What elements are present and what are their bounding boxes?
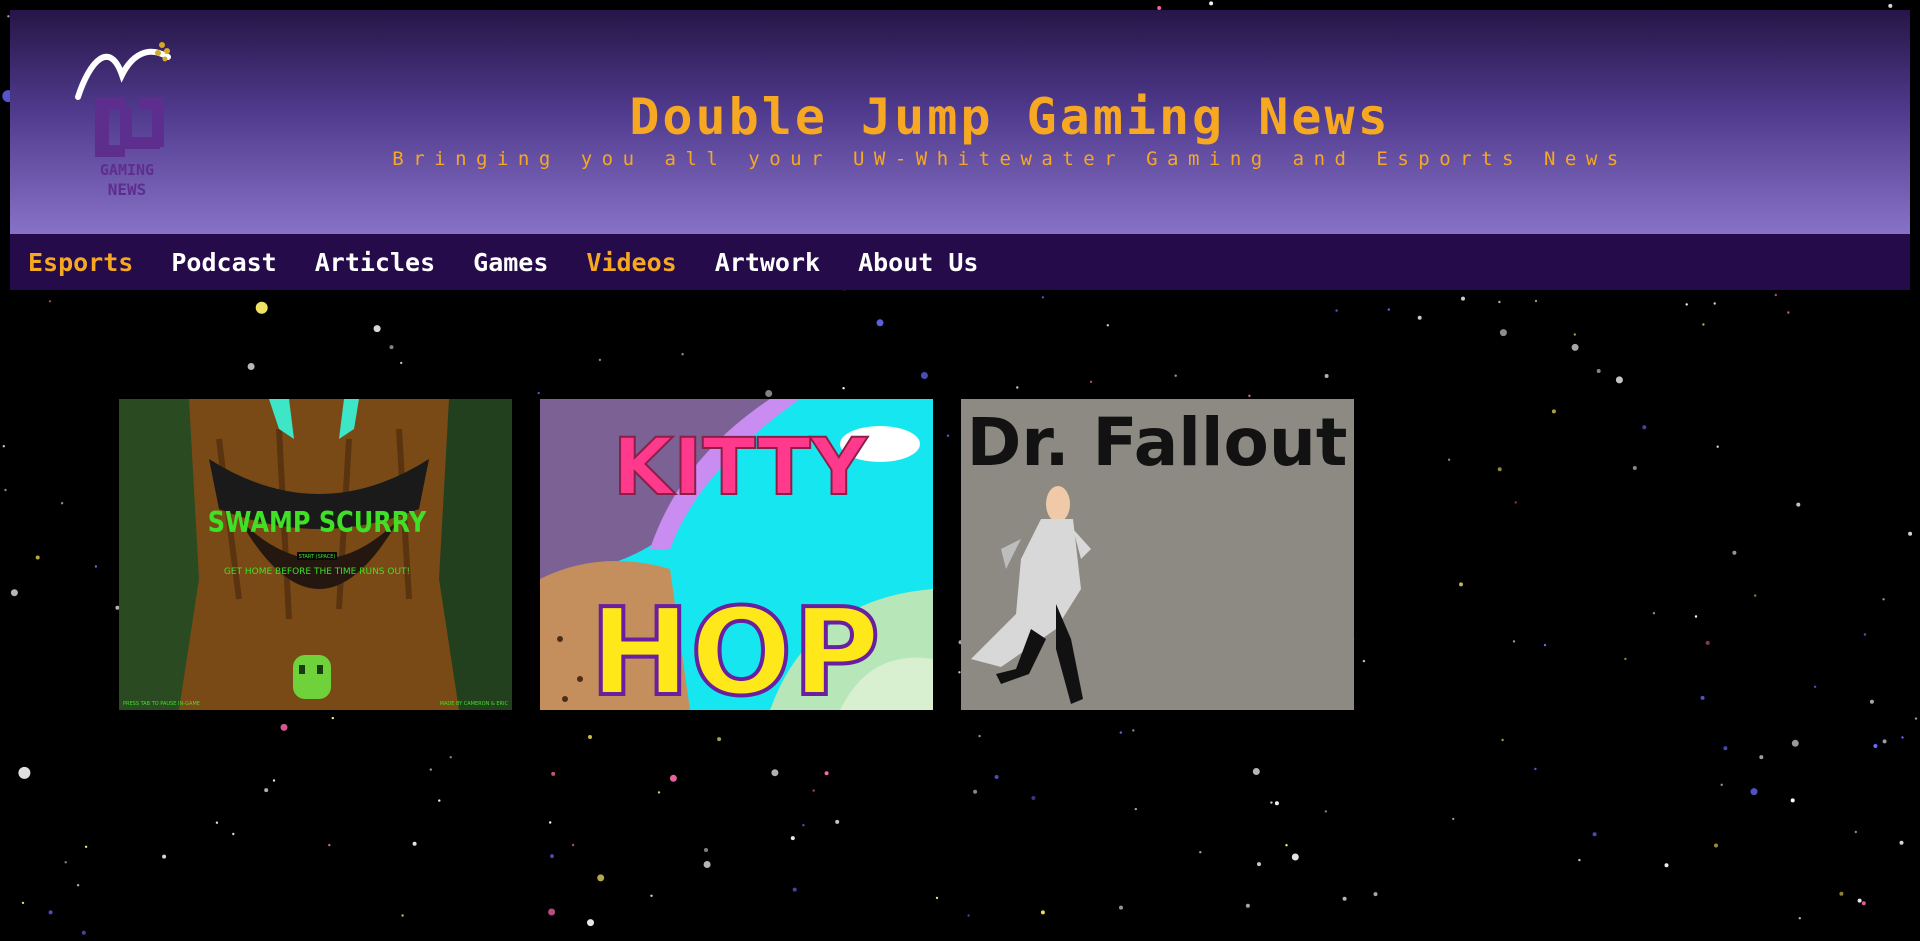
site-header: GAMING NEWS Double Jump Gaming News Brin… (10, 10, 1910, 234)
kitty-hop-thumbnail: KITTY HOP (540, 399, 933, 710)
dr-fallout-thumbnail: Dr. Fallout (961, 399, 1354, 710)
swamp-scurry-footer-right: MADE BY CAMERON & ERIC (440, 701, 509, 707)
game-tile-kitty-hop[interactable]: KITTY HOP (540, 399, 933, 710)
main-nav: Esports Podcast Articles Games Videos Ar… (10, 234, 1910, 290)
site-subtitle: Bringing you all your UW-Whitewater Gami… (392, 148, 1628, 170)
nav-item-artwork[interactable]: Artwork (715, 248, 820, 277)
kitty-hop-title-bottom: HOP (590, 584, 880, 710)
game-tile-swamp-scurry[interactable]: SWAMP SCURRY START (SPACE) GET HOME BEFO… (119, 399, 512, 710)
nav-item-articles[interactable]: Articles (315, 248, 435, 277)
nav-item-games[interactable]: Games (473, 248, 548, 277)
nav-item-videos[interactable]: Videos (586, 248, 676, 277)
swamp-scurry-tagline: GET HOME BEFORE THE TIME RUNS OUT! (224, 567, 410, 577)
site-title: Double Jump Gaming News (629, 88, 1391, 146)
swamp-scurry-footer-left: PRESS TAB TO PAUSE IN-GAME (123, 701, 200, 707)
swamp-scurry-title: SWAMP SCURRY (208, 506, 427, 540)
swamp-scurry-thumbnail: SWAMP SCURRY START (SPACE) GET HOME BEFO… (119, 399, 512, 710)
game-tiles: SWAMP SCURRY START (SPACE) GET HOME BEFO… (119, 399, 1382, 710)
kitty-hop-title-top: KITTY (613, 423, 869, 513)
nav-item-esports[interactable]: Esports (28, 248, 133, 277)
logo-news-text: NEWS (108, 180, 147, 199)
nav-item-about-us[interactable]: About Us (858, 248, 978, 277)
nav-item-podcast[interactable]: Podcast (171, 248, 276, 277)
dr-fallout-title: Dr. Fallout (967, 404, 1348, 481)
swamp-scurry-start: START (SPACE) (299, 554, 336, 560)
game-tile-dr-fallout[interactable]: Dr. Fallout (961, 399, 1354, 710)
